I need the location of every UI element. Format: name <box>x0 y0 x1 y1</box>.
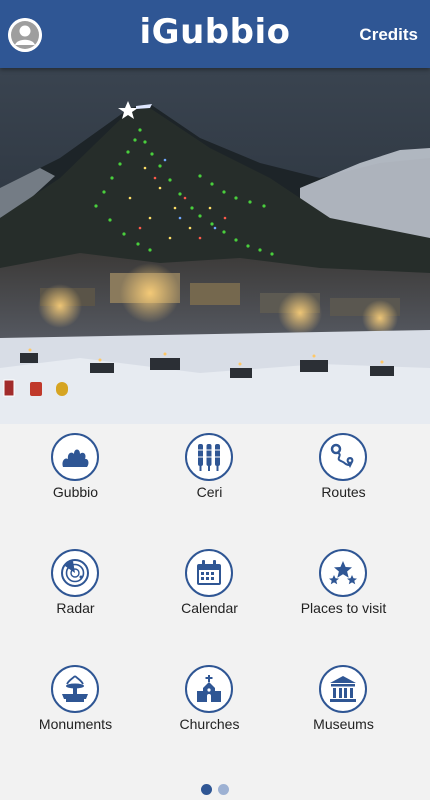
menu-item-radar[interactable]: Radar <box>4 540 147 650</box>
menu-item-label: Churches <box>179 716 240 732</box>
menu-item-label: Gubbio <box>52 484 99 500</box>
menu-item-gubbio[interactable]: Gubbio <box>4 424 147 534</box>
menu-item-ceri[interactable]: Ceri <box>138 424 281 534</box>
menu-item-routes[interactable]: Routes <box>272 424 415 534</box>
route-pin-icon <box>319 433 367 481</box>
menu-item-churches[interactable]: Churches <box>138 656 281 766</box>
menu-item-label: Places to visit <box>300 600 387 616</box>
menu-item-places-to-visit[interactable]: Places to visit <box>272 540 415 650</box>
menu-item-monuments[interactable]: Monuments <box>4 656 147 766</box>
hero-image-gubbio-christmas-tree <box>0 68 430 424</box>
app-root: iGubbio Credits Gubbio Ceri Routes Radar… <box>0 0 430 800</box>
menu-item-label: Radar <box>56 600 95 616</box>
page-dot-2[interactable] <box>218 784 230 795</box>
radar-icon <box>51 549 99 597</box>
page-indicator <box>0 782 430 795</box>
menu-item-calendar[interactable]: Calendar <box>138 540 281 650</box>
menu-item-label: Museums <box>313 716 374 732</box>
tree-bush-icon <box>51 433 99 481</box>
menu-item-label: Monuments <box>38 716 113 732</box>
museum-icon <box>319 665 367 713</box>
church-icon <box>185 665 233 713</box>
menu-item-label: Calendar <box>181 600 238 616</box>
stars-icon <box>319 549 367 597</box>
top-bar: iGubbio Credits <box>0 0 430 68</box>
menu-item-label: Routes <box>321 484 366 500</box>
menu-item-label: Ceri <box>196 484 223 500</box>
calendar-icon <box>185 549 233 597</box>
ceri-candles-icon <box>185 433 233 481</box>
credits-button[interactable]: Credits <box>359 25 418 45</box>
fountain-icon <box>51 665 99 713</box>
menu-grid: Gubbio Ceri Routes Radar Calendar Places… <box>0 424 430 776</box>
menu-item-museums[interactable]: Museums <box>272 656 415 766</box>
page-dot-1[interactable] <box>200 784 212 795</box>
